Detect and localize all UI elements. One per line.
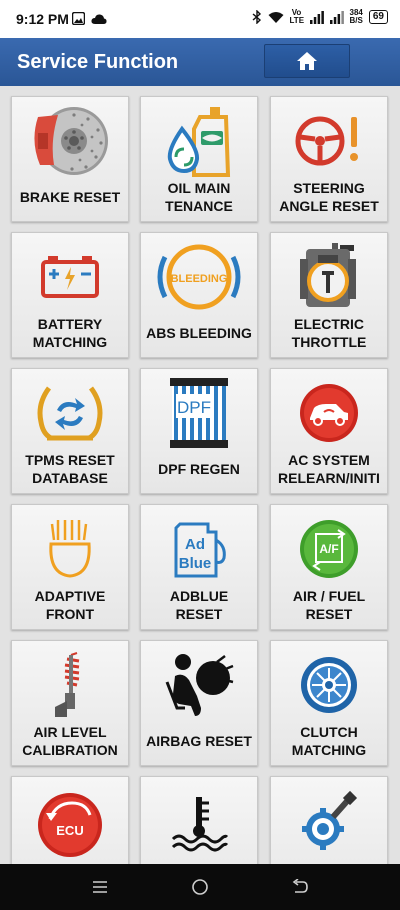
tile-dpf-regen[interactable]: DPF DPF REGEN [140,368,258,494]
suspension-icon [12,647,128,723]
tile-label [273,857,385,864]
tile-label: STEERING ANGLE RESET [279,180,379,214]
tile-label: AIR / FUEL RESET [292,588,366,622]
coolant-temp-icon [141,783,257,859]
wifi-icon [268,11,284,23]
tile-label: AIR LEVEL CALIBRATION [22,724,118,758]
adblue-icon-text-2: Blue [179,555,212,572]
tile-electric-throttle[interactable]: ELECTRIC THROTTLE [270,232,388,358]
tile-label: DPF REGEN [158,461,240,477]
adblue-icon: Ad Blue [141,511,257,587]
tile-air-level-calibration[interactable]: AIR LEVEL CALIBRATION [11,640,129,766]
adblue-icon-text-1: Ad [185,536,205,553]
status-time: 9:12 PM [16,11,69,27]
tile-battery-matching[interactable]: BATTERY MATCHING [11,232,129,358]
home-icon [297,52,317,70]
tile-ecu-reset[interactable]: ECU [11,776,129,864]
ecu-icon-text: ECU [56,823,83,838]
dpf-icon-text: DPF [177,398,211,417]
air-fuel-icon: A/F [271,511,387,587]
system-home-button[interactable] [188,876,212,898]
tile-label: OIL MAIN TENANCE [165,180,233,214]
net-speed: 384 B/S [350,9,363,25]
tile-abs-bleeding[interactable]: BLEEDING ABS BLEEDING [140,232,258,358]
back-button[interactable] [288,876,312,898]
signal-icon-2 [329,10,344,24]
tile-clutch-matching[interactable]: CLUTCH MATCHING [270,640,388,766]
oil-can-icon [141,103,257,179]
status-left-icons [72,12,107,25]
status-bar: 9:12 PM Vo LTE 384 B/S 69 [0,0,400,38]
brake-disc-icon [12,103,128,179]
net-speed-unit: B/S [349,16,363,25]
steering-warning-icon [271,103,387,179]
tile-adaptive-front[interactable]: ADAPTIVE FRONT [11,504,129,630]
tile-label: TPMS RESET DATABASE [25,452,115,486]
ac-system-icon [271,375,387,451]
tile-gear-sensor[interactable] [270,776,388,864]
tile-label: BATTERY MATCHING [32,316,108,350]
battery-icon [12,239,128,315]
tile-label: ADBLUE RESET [169,588,229,622]
tile-airbag-reset[interactable]: AIRBAG RESET [140,640,258,766]
tile-label [143,857,255,864]
headlight-icon [12,511,128,587]
cloud-icon [91,13,107,24]
tile-tpms-reset[interactable]: TPMS RESET DATABASE [11,368,129,494]
tile-label: AC SYSTEM RELEARN/INITI [278,452,380,486]
tile-label: ELECTRIC THROTTLE [291,316,367,350]
status-right-icons: Vo LTE 384 B/S 69 [252,9,388,25]
page-title: Service Function [17,51,179,73]
back-icon [292,879,308,893]
tile-label: ADAPTIVE FRONT [34,588,106,622]
ecu-reset-icon: ECU [12,783,128,859]
clutch-icon [271,647,387,723]
tile-steering-angle-reset[interactable]: STEERING ANGLE RESET [270,96,388,222]
abs-icon-text: BLEEDING [171,273,228,285]
dpf-filter-icon: DPF [141,375,257,451]
tile-label: AIRBAG RESET [146,733,252,749]
af-icon-text: A/F [319,542,338,556]
tile-label [14,857,126,864]
tile-label: CLUTCH MATCHING [291,724,367,758]
menu-button[interactable] [88,876,112,898]
tile-air-fuel-reset[interactable]: A/F AIR / FUEL RESET [270,504,388,630]
circle-home-icon [192,879,208,895]
lte-label: Vo LTE [289,8,305,25]
tile-brake-reset[interactable]: BRAKE RESET [11,96,129,222]
battery-indicator: 69 [368,10,388,24]
home-button[interactable] [264,44,350,78]
tile-label: BRAKE RESET [19,189,121,205]
signal-icon-1 [309,10,324,24]
bluetooth-icon [252,10,261,24]
throttle-body-icon [271,239,387,315]
tile-oil-maintenance[interactable]: OIL MAIN TENANCE [140,96,258,222]
tile-coolant[interactable] [140,776,258,864]
tpms-icon [12,375,128,451]
service-grid: BRAKE RESET OIL MAIN TENANCE STEERING AN… [0,86,400,864]
tile-adblue-reset[interactable]: Ad Blue ADBLUE RESET [140,504,258,630]
airbag-icon [141,647,257,723]
abs-bleeding-icon: BLEEDING [141,239,257,315]
gear-sensor-icon [271,783,387,859]
app-header: Service Function [0,38,400,86]
system-nav-bar [0,864,400,910]
tile-ac-system[interactable]: AC SYSTEM RELEARN/INITI [270,368,388,494]
tile-label: ABS BLEEDING [146,325,252,341]
gallery-icon [72,12,85,25]
menu-icon [93,881,107,893]
